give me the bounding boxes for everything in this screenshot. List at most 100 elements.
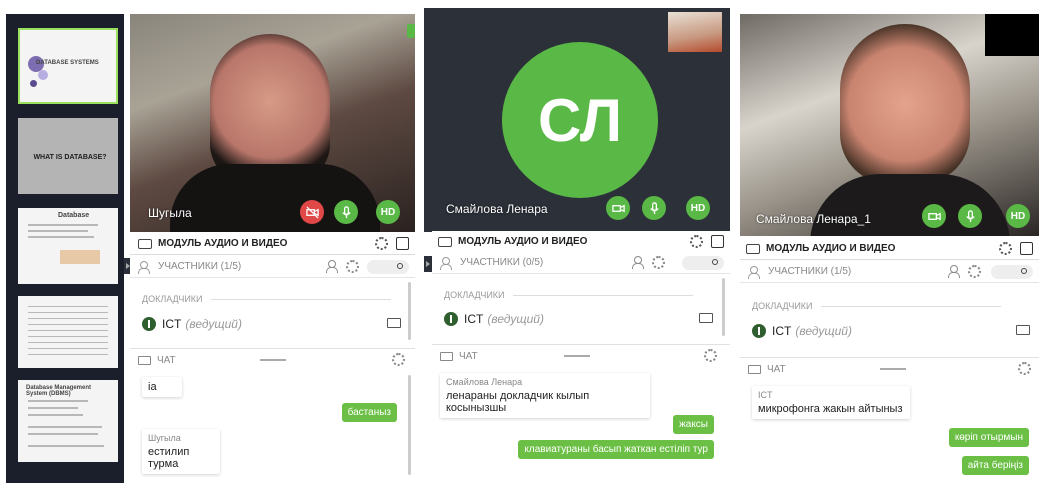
chat-settings-icon[interactable] (1018, 362, 1031, 375)
screen-share-icon[interactable] (1016, 325, 1030, 335)
slide-title: Database (58, 212, 90, 219)
slide-thumb-5[interactable]: Database Management System (DBMS) (18, 380, 118, 462)
participants-title: УЧАСТНИКИ (0/5) (460, 257, 544, 268)
participants-icon (748, 265, 762, 279)
chat-message: ia (142, 377, 182, 397)
add-user-icon[interactable] (632, 256, 646, 270)
module-header: МОДУЛЬ АУДИО И ВИДЕО (432, 231, 730, 253)
hd-button[interactable]: HD (1006, 204, 1030, 228)
slide-thumb-3[interactable]: Database (18, 208, 118, 284)
screen-share-icon[interactable] (387, 318, 401, 328)
module-header: МОДУЛЬ АУДИО И ВИДЕО (130, 233, 415, 255)
section-header: ДОКЛАДЧИКИ (444, 290, 693, 300)
slide-text-line (28, 426, 102, 428)
chat-icon (440, 351, 453, 361)
avatar (142, 317, 156, 331)
chat-title: ЧАТ (157, 354, 176, 366)
chat-settings-icon[interactable] (392, 353, 405, 366)
chat-resize-handle[interactable] (880, 368, 906, 370)
module-header: МОДУЛЬ АУДИО И ВИДЕО (740, 238, 1039, 260)
participant-role: (ведущий) (487, 312, 544, 326)
participants-title: УЧАСТНИКИ (1/5) (768, 266, 852, 277)
slide-thumb-2[interactable]: What is database? (18, 118, 118, 194)
slide-title: Database Systems (36, 60, 99, 66)
participants-scrollbar[interactable] (722, 278, 725, 336)
microphone-button[interactable] (958, 204, 982, 228)
camera-button[interactable] (922, 204, 946, 228)
chat-message: ICT микрофонга жакын айтыныз (752, 386, 910, 419)
camera-button[interactable] (606, 196, 630, 220)
participant-video-feed (210, 34, 330, 184)
settings-icon[interactable] (999, 242, 1012, 255)
participants-settings-icon[interactable] (968, 265, 981, 278)
slide-decoration (30, 80, 37, 87)
participants-title: УЧАСТНИКИ (1/5) (158, 261, 242, 272)
message-author: ICT (758, 390, 773, 400)
slide-thumb-4[interactable] (18, 296, 118, 368)
microphone-icon (965, 209, 975, 222)
chat-resize-handle[interactable] (564, 355, 590, 357)
participant-row[interactable]: ICT (ведущий) (142, 317, 242, 331)
chat-message-own: көріп отырмын (948, 428, 1029, 447)
slide-text-line (28, 336, 108, 337)
hd-button[interactable]: HD (376, 200, 400, 224)
video-participant-name: Смайлова Ленара (446, 202, 548, 216)
popout-icon[interactable] (396, 237, 409, 250)
chat-resize-handle[interactable] (260, 359, 286, 361)
participants-search-input[interactable] (682, 256, 724, 270)
participant-row[interactable]: ICT (ведущий) (752, 324, 852, 338)
microphone-button[interactable] (334, 200, 358, 224)
chat-message-own: бастаныз (341, 403, 397, 422)
participants-search-input[interactable] (367, 260, 409, 274)
settings-icon[interactable] (690, 235, 703, 248)
participants-scrollbar[interactable] (408, 282, 411, 340)
message-text: ia (148, 381, 157, 393)
camera-icon (927, 212, 941, 220)
section-title: ДОКЛАДЧИКИ (142, 294, 203, 304)
message-text: естилип турма (148, 446, 190, 470)
microphone-button[interactable] (642, 196, 666, 220)
slide-text-line (28, 445, 104, 447)
section-header: ДОКЛАДЧИКИ (142, 294, 391, 304)
module-title: МОДУЛЬ АУДИО И ВИДЕО (766, 243, 896, 254)
participant-name: ICT (772, 324, 792, 338)
slide-text-line (28, 230, 88, 232)
chat-settings-icon[interactable] (704, 349, 717, 362)
participants-settings-icon[interactable] (652, 256, 665, 269)
camera-off-button[interactable] (300, 200, 324, 224)
expand-slides-handle[interactable] (424, 256, 432, 272)
avatar (444, 312, 458, 326)
chat-panel: ЧАТ Смайлова Ленара ленараны докладчик к… (432, 344, 730, 483)
hd-button[interactable]: HD (686, 196, 710, 220)
participants-panel: УЧАСТНИКИ (1/5) ДОКЛАДЧИКИ ICT (ведущий) (130, 256, 415, 348)
message-author: Смайлова Ленара (446, 377, 523, 387)
slide-text-line (28, 306, 108, 307)
popout-icon[interactable] (711, 235, 724, 248)
session-panel-1: Database Systems What is database? Datab… (0, 0, 418, 483)
module-controls (375, 237, 409, 250)
settings-icon[interactable] (375, 237, 388, 250)
participant-name: ICT (162, 317, 182, 331)
participants-panel: УЧАСТНИКИ (0/5) ДОКЛАДЧИКИ ICT (ведущий) (432, 252, 730, 344)
popout-icon[interactable] (1020, 242, 1033, 255)
participants-search-input[interactable] (991, 265, 1033, 279)
slides-strip[interactable]: Database Systems What is database? Datab… (6, 14, 124, 483)
slide-thumb-1[interactable]: Database Systems (18, 28, 118, 104)
video-icon (746, 243, 760, 254)
screen-share-icon[interactable] (699, 313, 713, 323)
active-speaker-indicator (407, 24, 415, 38)
participant-row[interactable]: ICT (ведущий) (444, 312, 544, 326)
add-user-icon[interactable] (326, 260, 340, 274)
camera-icon (611, 204, 625, 212)
chat-message: Смайлова Ленара ленараны докладчик кылып… (440, 373, 650, 418)
chat-scrollbar[interactable] (408, 375, 411, 475)
self-view-thumbnail[interactable] (668, 12, 722, 52)
add-user-icon[interactable] (948, 265, 962, 279)
module-title: МОДУЛЬ АУДИО И ВИДЕО (458, 236, 588, 247)
search-icon (712, 259, 718, 265)
self-view-thumbnail[interactable] (985, 14, 1039, 56)
chat-message-own: клавиатураны басып жаткан естіліп тур (518, 440, 714, 459)
participants-settings-icon[interactable] (346, 260, 359, 273)
video-icon (138, 238, 152, 249)
slide-text-line (28, 236, 94, 238)
